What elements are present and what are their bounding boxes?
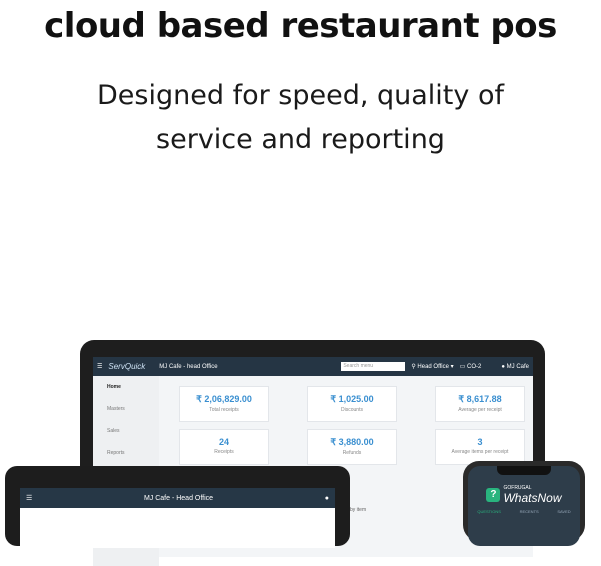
- stat-label: Average per receipt: [458, 407, 502, 413]
- stat-value: ₹ 1,025.00: [330, 394, 374, 404]
- help-icon[interactable]: ●: [325, 495, 329, 502]
- stat-label: Refunds: [342, 450, 362, 456]
- counter-selector[interactable]: ▭ CO-2: [460, 363, 482, 370]
- location-selector[interactable]: ⚲ Head Office ▾: [411, 363, 453, 370]
- stat-value: 3: [477, 437, 483, 447]
- phone-mockup: ? GOFRUGAL WhatsNow QUESTIONS RECENTS SAV…: [463, 461, 585, 546]
- sidebar-item-masters[interactable]: Masters: [93, 398, 159, 420]
- outlet-name: MJ Cafe - head Office: [159, 363, 218, 370]
- stat-value: 24: [218, 437, 229, 447]
- stat-value: ₹ 3,880.00: [330, 437, 374, 447]
- user-menu[interactable]: ● MJ Cafe: [501, 364, 529, 370]
- sidebar-item-sales[interactable]: Sales: [93, 420, 159, 442]
- stat-label: Average items per receipt: [451, 449, 509, 455]
- search-input[interactable]: Search menu: [341, 362, 406, 371]
- stat-card: ₹ 8,617.88 Average per receipt: [435, 386, 525, 422]
- tab-recents[interactable]: RECENTS: [520, 509, 539, 514]
- stat-value: ₹ 2,06,829.00: [196, 394, 252, 404]
- by-item-label: by item: [350, 507, 367, 513]
- phone-notch: [497, 466, 551, 475]
- tablet-screen: ☰ MJ Cafe - Head Office ●: [20, 488, 335, 548]
- stat-card: ₹ 2,06,829.00 Total receipts: [179, 386, 269, 422]
- brand-name: WhatsNow: [503, 491, 562, 505]
- stat-card: 24 Receipts: [179, 429, 269, 465]
- tab-questions[interactable]: QUESTIONS: [477, 509, 501, 514]
- phone-tabs: QUESTIONS RECENTS SAVED: [468, 509, 580, 514]
- app-top-bar: ☰ ServQuick MJ Cafe - head Office Search…: [93, 357, 533, 376]
- whatsnow-logo: ? GOFRUGAL WhatsNow: [468, 485, 580, 505]
- menu-icon[interactable]: ☰: [97, 363, 102, 370]
- subtitle: Designed for speed, quality of service a…: [97, 80, 504, 155]
- sidebar-item-home[interactable]: Home: [93, 376, 159, 398]
- headline: cloud based restaurant pos: [44, 6, 557, 46]
- counter-label: CO-2: [467, 364, 482, 370]
- location-label: Head Office: [417, 364, 449, 370]
- stat-value: ₹ 8,617.88: [458, 394, 502, 404]
- user-label: MJ Cafe: [506, 363, 529, 370]
- stat-label: Total receipts: [209, 407, 239, 413]
- app-logo: ServQuick: [108, 362, 146, 371]
- stat-label: Receipts: [214, 449, 234, 455]
- tab-saved[interactable]: SAVED: [557, 509, 570, 514]
- stat-label: Discounts: [341, 407, 363, 413]
- menu-icon[interactable]: ☰: [26, 494, 32, 502]
- stat-card: 3 Average items per receipt: [435, 429, 525, 465]
- sidebar-item-reports[interactable]: Reports: [93, 442, 159, 464]
- stat-card: ₹ 1,025.00 Discounts: [307, 386, 397, 422]
- stat-card: ₹ 3,880.00 Refunds: [307, 429, 397, 465]
- tablet-title: MJ Cafe - Head Office: [143, 494, 214, 502]
- tablet-mockup: ☰ MJ Cafe - Head Office ●: [5, 466, 350, 548]
- question-icon: ?: [486, 488, 501, 502]
- phone-screen: ? GOFRUGAL WhatsNow QUESTIONS RECENTS SAV…: [468, 466, 580, 546]
- tablet-top-bar: ☰ MJ Cafe - Head Office ●: [20, 488, 335, 508]
